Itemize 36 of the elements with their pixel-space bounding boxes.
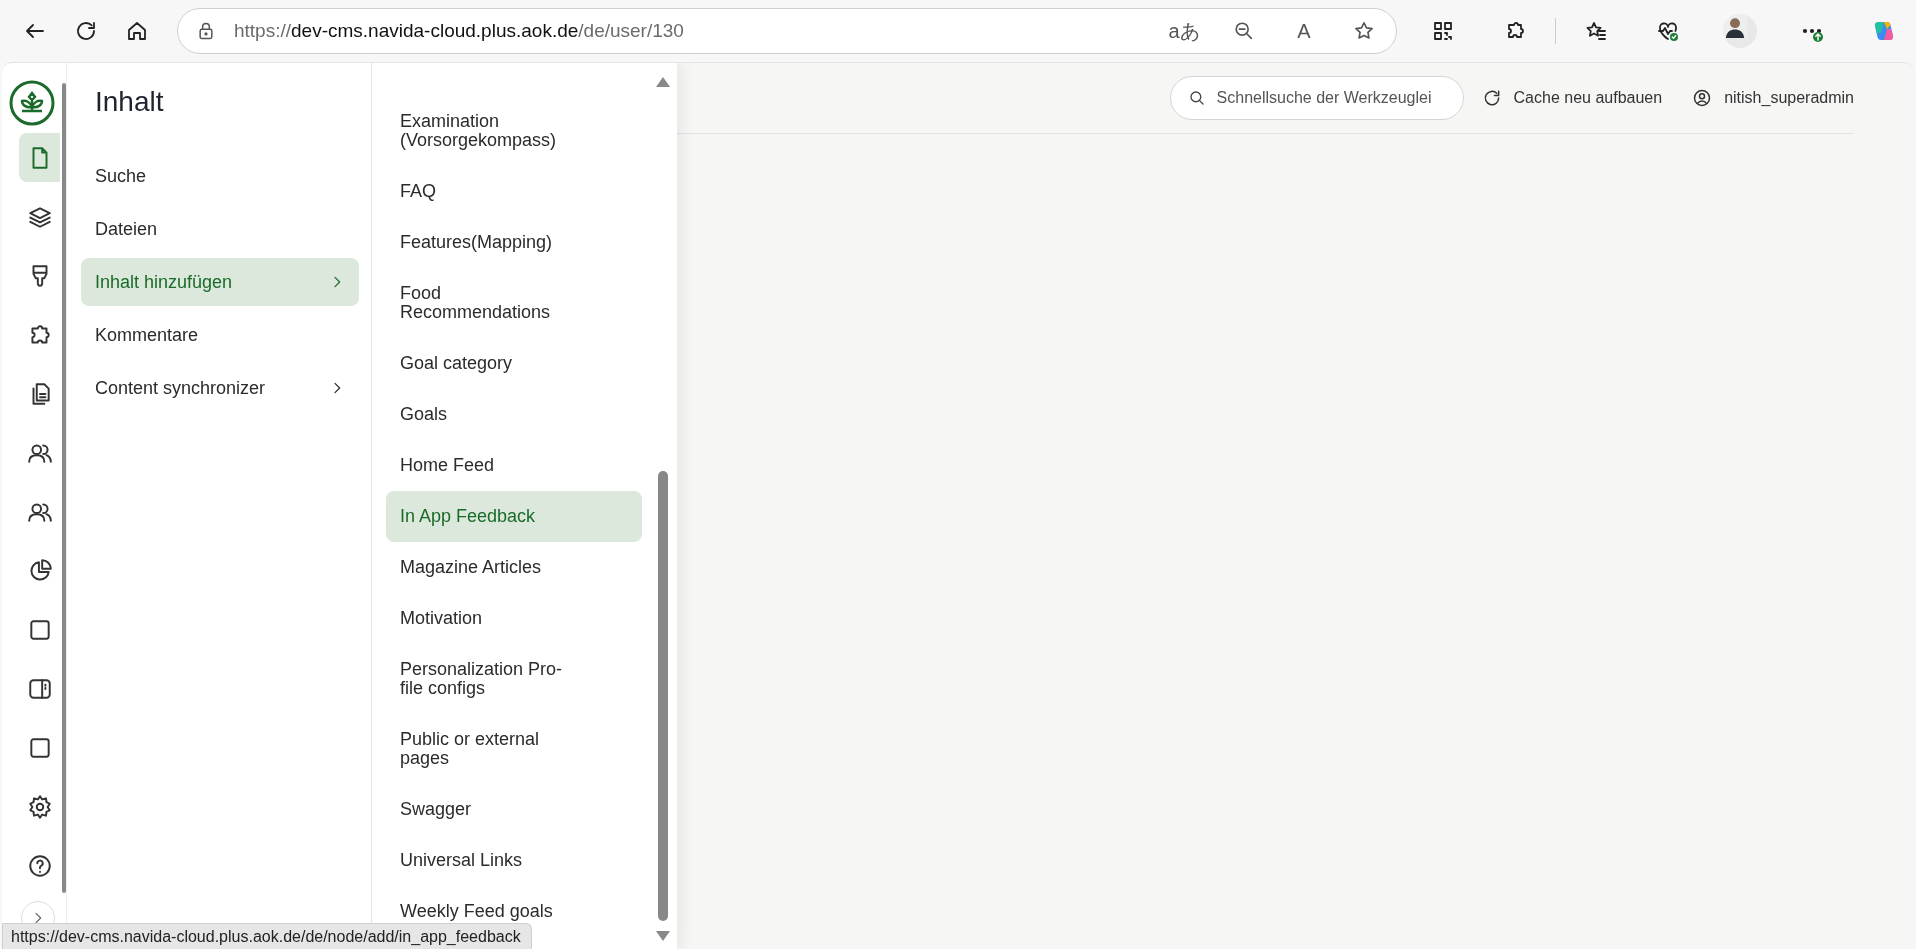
submenu-item[interactable]: Goal category <box>386 338 642 389</box>
menu-item[interactable]: Dateien <box>81 205 359 253</box>
status-url-tooltip: https://dev-cms.navida-cloud.plus.aok.de/de/node/add/in_app_feedback <box>2 923 532 949</box>
translate-button[interactable]: aあ <box>1164 11 1204 51</box>
user-menu-button[interactable]: nitish_superadmin <box>1692 88 1854 108</box>
submenu-item[interactable]: Personalization Pro- file configs <box>386 644 642 714</box>
user-icon <box>1692 88 1713 108</box>
submenu-item[interactable]: Home Feed <box>386 440 642 491</box>
settings-icon <box>26 793 53 820</box>
submenu-item[interactable]: Public or external pages <box>386 714 642 784</box>
search-icon <box>1187 89 1206 107</box>
menu-item[interactable]: Inhalt hinzufügen <box>81 258 359 306</box>
rail-button[interactable] <box>19 133 60 182</box>
submenu-item[interactable]: Goals <box>386 389 642 440</box>
search-field[interactable]: Schnellsuche der Werkzeuglei <box>1169 76 1464 120</box>
help-icon <box>26 852 53 879</box>
menu-item[interactable]: Kommentare <box>81 311 359 359</box>
cache-rebuild-button[interactable]: Cache neu aufbauen <box>1481 88 1663 108</box>
menu-item[interactable]: Suche <box>81 152 359 200</box>
lock-icon <box>196 21 216 41</box>
logo-icon[interactable] <box>8 79 56 127</box>
submenu-item[interactable]: Examination (Vorsorgekompass) <box>386 96 642 166</box>
address-bar[interactable]: https://dev-cms.navida-cloud.plus.aok.de/de/user/130 aあ A <box>177 8 1397 54</box>
submenu-item[interactable]: Swagger <box>386 784 642 835</box>
scrollbar-thumb[interactable] <box>658 471 668 921</box>
submenu-item[interactable]: Magazine Articles <box>386 542 642 593</box>
submenu-item[interactable]: Motivation <box>386 593 642 644</box>
submenu-item[interactable]: Universal Links <box>386 835 642 886</box>
submenu-item[interactable]: Features(Mapping) <box>386 217 642 268</box>
submenu-item[interactable]: Food Recommendations <box>386 268 642 338</box>
read-aloud-button[interactable]: A <box>1284 11 1324 51</box>
menu-title: Inhalt <box>95 85 165 119</box>
url-text: https://dev-cms.navida-cloud.plus.aok.de/de/user/130 <box>234 20 685 42</box>
menu-item[interactable]: Content synchronizer <box>81 364 359 412</box>
submenu-item[interactable]: FAQ <box>386 166 642 217</box>
submenu-item[interactable]: In App Feedback <box>386 491 642 542</box>
